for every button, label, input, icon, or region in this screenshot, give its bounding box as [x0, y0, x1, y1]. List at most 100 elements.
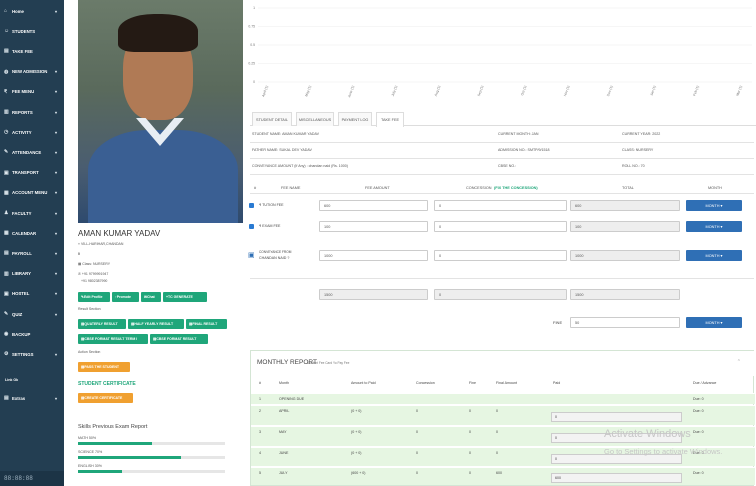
fine-input[interactable]: 50 [570, 317, 680, 328]
final-result-button[interactable]: ▤ FINAL RESULT [186, 319, 227, 329]
pass-student-button[interactable]: ▤ PASS THE STUDENT [78, 362, 130, 372]
sidebar-item-account-menu[interactable]: ▦ ACCOUNT MENU ▾ [0, 183, 64, 203]
monthly-cell-fine: 0 [469, 430, 471, 434]
tution-fee-month-button[interactable]: MONTH ▾ [686, 200, 742, 211]
create-certificate-label: CREATE CERTIFICATE [84, 396, 123, 400]
sidebar: Link Ok 88:88:88 ⌂ Home ▾ ☺ STUDENTS ▤ TAKE FE… [0, 0, 64, 486]
exam-fee-concession-input[interactable]: 0 [434, 221, 567, 232]
chart-x-tick: Sep (1) [477, 85, 485, 97]
cbse-term-result-button[interactable]: ▤ CBSE FORMAT RESULT TERM I [78, 334, 148, 344]
monthly-cell-conc: 0 [416, 430, 418, 434]
chat-button[interactable]: ✉ Chat [141, 292, 161, 302]
chart-x-tick: June (1) [347, 85, 355, 98]
chart-x-tick: July (1) [391, 85, 399, 97]
exam-fee-month-button[interactable]: MONTH ▾ [686, 221, 742, 232]
sidebar-item-label: STUDENTS [12, 28, 36, 34]
bus-icon: ▣ [248, 252, 255, 259]
sidebar-item-calendar[interactable]: ▦ CALENDAR ▾ [0, 223, 64, 243]
monthly-cell-amount: (600 + 0) [351, 471, 366, 475]
sidebar-item-home[interactable]: ⌂ Home ▾ [0, 1, 64, 21]
tution-fee-amount-input[interactable]: 600 [319, 200, 428, 211]
fee-chart: 1 0.75 0.5 0.25 0 April (1) May (1) June (1) Jul… [248, 6, 752, 98]
roll-no-info: ROLL NO.: 70 [622, 164, 645, 168]
edit-profile-button[interactable]: ✎ Edit Profile [78, 292, 110, 302]
conveyance-month-button[interactable]: MONTH ▾ [686, 250, 742, 261]
monthly-cell-n: 5 [259, 471, 261, 475]
monthly-paid-input[interactable]: 600 [551, 473, 682, 483]
skill-label: ENGLISH 30% [78, 464, 102, 468]
sidebar-item-activity[interactable]: ◷ ACTIVITY ▾ [0, 122, 64, 142]
tab-take-fee[interactable]: TAKE FEE [376, 112, 404, 127]
account-icon: ▦ [4, 189, 9, 196]
monthly-col-header: # [259, 381, 261, 385]
sidebar-item-label: FEE MENU [12, 89, 35, 95]
skill-label: SCIENCE 70% [78, 450, 103, 454]
monthly-cell-final: 0 [496, 451, 498, 455]
monthly-col-header: Concession [416, 381, 435, 385]
create-certificate-button[interactable]: ▤ CREATE CERTIFICATE [78, 393, 133, 403]
sidebar-item-library[interactable]: ▥ LIBRARY ▾ [0, 264, 64, 284]
sidebar-item-label: HOSTEL [12, 291, 30, 297]
student-marker: 0 [78, 252, 80, 256]
sidebar-item-label: Home [12, 8, 24, 14]
conveyance-concession-input[interactable]: 0 [434, 250, 567, 261]
chevron-down-icon: ▾ [54, 69, 57, 75]
tution-fee-total: 600 [570, 200, 680, 211]
monthly-cell-due: Due: 0 [693, 409, 704, 413]
sidebar-item-hostel[interactable]: ▣ HOSTEL ▾ [0, 284, 64, 304]
chevron-down-icon: ▾ [54, 190, 57, 196]
monthly-col-header: Final Amount [496, 381, 517, 385]
col-fee-name: FEE NAME [281, 186, 301, 190]
sidebar-item-payroll[interactable]: ▤ PAYROLL ▾ [0, 243, 64, 263]
sidebar-item-attendance[interactable]: ✎ ATTENDANCE ▾ [0, 142, 64, 162]
promote-button[interactable]: ↑ Promote [112, 292, 139, 302]
monthly-col-header: Paid [553, 381, 561, 385]
chevron-down-icon: ▾ [54, 230, 57, 236]
exam-fee-amount-input[interactable]: 100 [319, 221, 428, 232]
col-concession-note: (FIX THE CONCESSION) [494, 186, 538, 190]
sidebar-item-fee-menu[interactable]: ₹ FEE MENU ▾ [0, 82, 64, 102]
monthly-col-header: Month [279, 381, 289, 385]
tution-fee-concession-input[interactable]: 0 [434, 200, 567, 211]
monthly-cell-fine: 0 [469, 471, 471, 475]
exam-fee-checkbox[interactable] [249, 224, 254, 229]
sidebar-item-transport[interactable]: ▣ TRANSPORT ▾ [0, 163, 64, 183]
sidebar-item-reports[interactable]: ▥ REPORTS ▾ [0, 102, 64, 122]
chevron-up-icon[interactable]: ⌃ [737, 359, 741, 365]
final-result-label: FINAL RESULT [192, 322, 218, 326]
monthly-cell-final: 0 [496, 409, 498, 413]
monthly-paid-input[interactable]: 0 [551, 412, 682, 422]
quarterly-result-button[interactable]: ▤ QUATERLY RESULT [78, 319, 126, 329]
bus-icon: ▣ [4, 169, 9, 176]
fine-month-button[interactable]: MONTH ▾ [686, 317, 742, 328]
conveyance-amount-input[interactable]: 1000 [319, 250, 428, 261]
sidebar-item-new-admission[interactable]: ◍ NEW ADMISSION ▾ [0, 62, 64, 82]
tab-student-detail[interactable]: STUDENT DETAIL [252, 112, 292, 126]
sidebar-item-label: LIBRARY [12, 271, 31, 277]
monthly-report-row: 5 JULY (600 + 0) 0 0 600 Due: 0 600 [251, 467, 755, 485]
sidebar-item-quiz[interactable]: ✎ QUIZ ▾ [0, 304, 64, 324]
chart-y-tick: 0 [253, 80, 255, 84]
tution-fee-checkbox[interactable] [249, 203, 254, 208]
sidebar-item-settings[interactable]: ⚙ SETTINGS ▾ [0, 344, 64, 364]
chevron-down-icon: ▾ [54, 271, 57, 277]
half-yearly-result-button[interactable]: ▤ HALF YEARLY RESULT [128, 319, 184, 329]
monthly-cell-final: 0 [496, 430, 498, 434]
sidebar-item-students[interactable]: ☺ STUDENTS [0, 21, 64, 41]
sidebar-item-extras[interactable]: ▤ Extras ▾ [0, 388, 64, 408]
chat-label: Chat [146, 295, 155, 299]
chevron-down-icon: ▾ [54, 129, 57, 135]
tab-miscellaneous[interactable]: MISCELLANEOUS [296, 112, 334, 126]
tab-payment-log[interactable]: PAYMENT LOG [338, 112, 372, 126]
sidebar-item-label: ATTENDANCE [12, 149, 42, 155]
monthly-col-header: Amount to Paid [351, 381, 376, 385]
settings-icon: ⚙ [4, 351, 9, 358]
divider [250, 142, 754, 143]
cbse-result-button[interactable]: ▤ CBSE FORMAT RESULT [150, 334, 208, 344]
sidebar-item-take-fee[interactable]: ▤ TAKE FEE [0, 41, 64, 61]
sidebar-item-faculty[interactable]: ♟ FACULTY ▾ [0, 203, 64, 223]
monthly-report-row: 1 OPENING DUE Due: 0 [251, 393, 755, 404]
total-amount: 1500 [319, 289, 428, 300]
sidebar-item-backup[interactable]: ◉ BACKUP [0, 324, 64, 344]
tc-generate-button[interactable]: + TC GENERATE [163, 292, 207, 302]
